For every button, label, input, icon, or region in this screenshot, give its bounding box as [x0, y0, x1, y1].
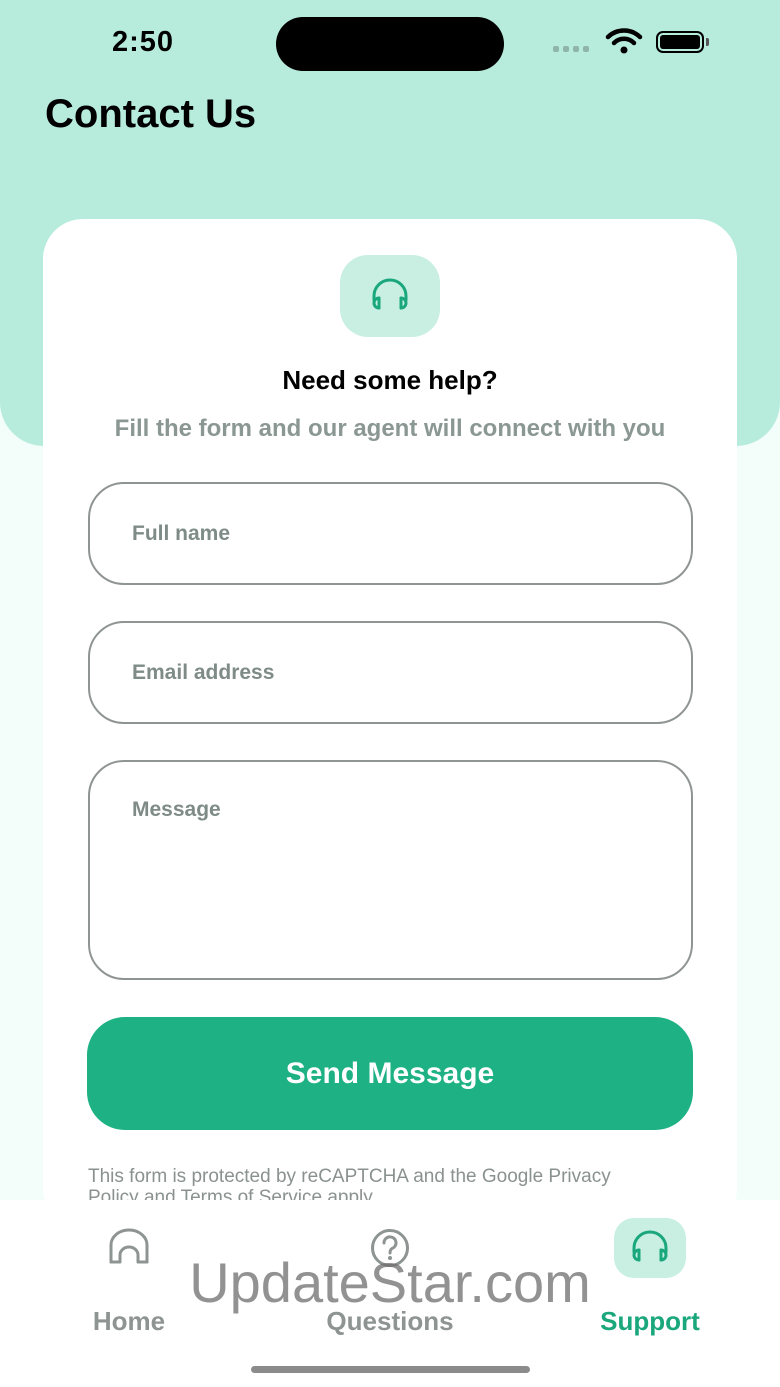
page-title: Contact Us: [45, 92, 257, 136]
contact-card: Need some help? Fill the form and our ag…: [43, 219, 737, 1229]
recaptcha-notice: This form is protected by reCAPTCHA and …: [88, 1166, 611, 1201]
question-icon: [371, 1229, 409, 1267]
help-subtitle: Fill the form and our agent will connect…: [114, 415, 666, 442]
send-message-button[interactable]: Send Message: [87, 1017, 693, 1130]
headset-icon: [372, 278, 408, 310]
question-icon-wrap: [354, 1218, 426, 1278]
email-input[interactable]: [88, 621, 693, 724]
wifi-icon: [605, 28, 643, 54]
help-badge: [340, 255, 440, 337]
status-bar-time: 2:50: [112, 26, 175, 58]
tab-home[interactable]: Home: [49, 1218, 209, 1337]
tab-support[interactable]: Support: [570, 1218, 730, 1337]
home-icon: [109, 1228, 149, 1264]
battery-tip: [706, 38, 709, 46]
dynamic-island: [276, 17, 504, 71]
tab-home-label: Home: [92, 1306, 166, 1336]
full-name-input[interactable]: [88, 482, 693, 585]
tab-bar: Home Questions Support: [0, 1200, 780, 1387]
home-indicator[interactable]: [251, 1366, 530, 1373]
tab-questions[interactable]: Questions: [310, 1218, 470, 1337]
battery-icon: [656, 31, 704, 53]
headset-icon: [632, 1230, 668, 1262]
help-title: Need some help?: [282, 365, 498, 395]
tab-questions-label: Questions: [326, 1306, 454, 1336]
tab-support-label: Support: [600, 1306, 700, 1336]
headset-icon-wrap: [614, 1218, 686, 1278]
home-icon-wrap: [93, 1218, 165, 1278]
cellular-signal-icon: [553, 46, 589, 52]
message-textarea[interactable]: [88, 760, 693, 980]
